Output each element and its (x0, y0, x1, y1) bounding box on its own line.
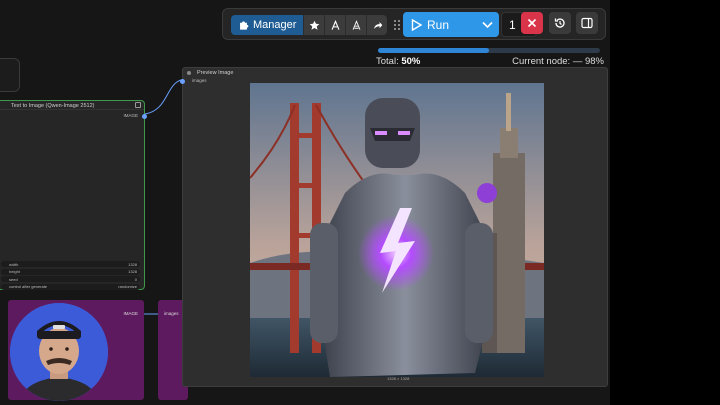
input-label: images (164, 311, 179, 316)
right-margin (610, 0, 720, 405)
webcam-overlay (10, 303, 108, 401)
widget-seed[interactable]: seed 0 (1, 276, 140, 282)
extension-button-group: Manager (231, 15, 388, 35)
total-progress: Total: 50% (376, 56, 421, 67)
widget-control-after-generate[interactable]: control after generate randomize (1, 283, 140, 290)
manager-button[interactable]: Manager (231, 15, 304, 35)
collapse-dot[interactable] (187, 71, 191, 75)
share-button[interactable] (366, 15, 388, 35)
model-library-button[interactable] (345, 15, 367, 35)
puzzle-icon (240, 20, 249, 30)
history-button[interactable] (549, 12, 571, 34)
text-to-image-node[interactable]: Text to Image (Qwen-Image 2512) IMAGE wi… (0, 100, 147, 291)
widget-height[interactable]: height 1328 (1, 268, 140, 275)
robot-image (250, 83, 544, 377)
run-button[interactable]: Run (403, 12, 499, 37)
grip-icon[interactable] (393, 19, 401, 31)
node-library-icon (331, 19, 340, 30)
presenter-avatar (10, 303, 108, 401)
play-icon (411, 18, 422, 31)
progress-bar (378, 48, 600, 53)
top-toolbar: Manager Run 1 (222, 8, 606, 40)
toggle-panel-button[interactable] (576, 12, 598, 34)
preview-image[interactable] (250, 83, 544, 377)
sidebar-panel-icon (581, 17, 593, 29)
x-icon (527, 18, 537, 28)
cancel-button[interactable] (521, 12, 543, 34)
share-icon (373, 21, 383, 29)
input-socket[interactable] (180, 79, 185, 84)
node-library-button[interactable] (324, 15, 346, 35)
star-icon (309, 20, 320, 30)
progress-status: Total: 50% Current node: — 98% (376, 56, 604, 67)
current-node-progress: Current node: — 98% (512, 56, 604, 67)
output-socket[interactable] (142, 114, 147, 119)
collapsed-node[interactable] (0, 58, 20, 92)
widget-list: width 1328 height 1328 seed 0 control after… (1, 261, 140, 291)
chevron-down-icon[interactable] (482, 21, 493, 29)
subgraph-icon[interactable] (135, 102, 141, 108)
favorites-button[interactable] (303, 15, 325, 35)
input-label: images (192, 78, 207, 83)
output-label: IMAGE (123, 113, 138, 118)
widget-width[interactable]: width 1328 (1, 261, 140, 267)
node-title: Preview Image (197, 70, 234, 76)
model-library-icon (352, 19, 361, 30)
output-label: IMAGE (123, 311, 138, 316)
history-icon (554, 18, 565, 28)
node-title: Text to Image (Qwen-Image 2512) (0, 101, 144, 110)
progress-fill (378, 48, 489, 53)
